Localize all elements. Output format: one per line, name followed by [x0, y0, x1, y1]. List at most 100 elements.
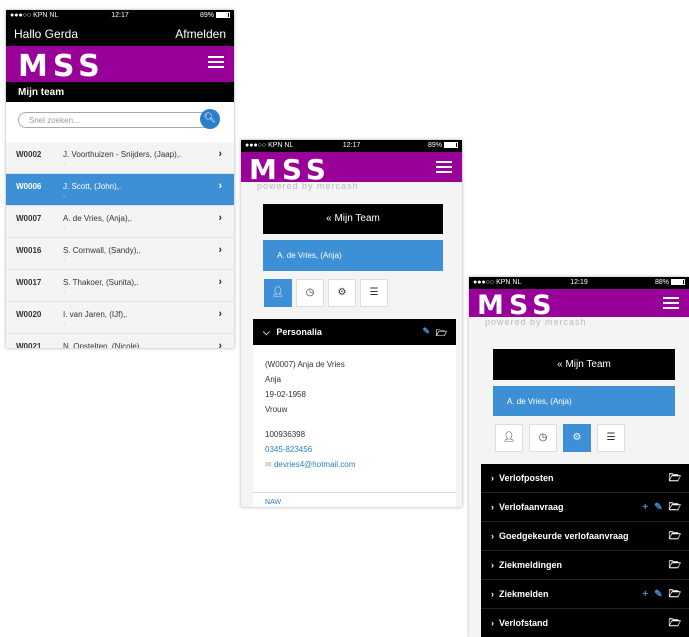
- settings-item-actions: + ✎ 🗁︎: [642, 587, 681, 604]
- employee-name: N. Opstelten, (Nicole),.: [63, 342, 144, 348]
- employee-subtext: -: [63, 258, 66, 265]
- mss-logo: MSS: [18, 49, 105, 84]
- settings-item-label: › Verlofposten: [491, 473, 554, 483]
- status-bar: ●●●○○ KPN NL 12:17 89%: [6, 10, 234, 22]
- selected-employee[interactable]: A. de Vries, (Anja): [493, 386, 675, 416]
- chevron-right-icon: ›: [218, 244, 222, 256]
- back-to-team-button[interactable]: « Mijn Team: [263, 204, 443, 234]
- tab-personal[interactable]: 👤︎: [264, 279, 292, 307]
- search-button[interactable]: 🔍︎: [200, 109, 220, 129]
- employee-row[interactable]: W0002 J. Voorthuizen - Snijders, (Jaap),.…: [6, 142, 234, 174]
- back-to-team-button[interactable]: « Mijn Team: [493, 349, 675, 380]
- settings-item-actions: 🗁︎: [669, 616, 681, 633]
- chevron-right-icon: ›: [218, 180, 222, 192]
- hamburger-menu-icon[interactable]: [208, 56, 224, 71]
- detail-tabs: 👤︎ ◷ ⚙︎ ☰: [264, 279, 394, 307]
- naw-section-link[interactable]: NAW: [265, 499, 281, 506]
- employee-settings-screen: ●●●○○ KPN NL 12:19 88% MSS powered by me…: [469, 277, 689, 637]
- employee-subtext: -: [63, 226, 66, 233]
- tab-list[interactable]: ☰: [360, 279, 388, 307]
- employee-firstname: Anja: [265, 375, 282, 384]
- edit-icon[interactable]: ✎: [654, 502, 662, 513]
- mail-icon: ✉: [265, 460, 272, 469]
- folder-icon[interactable]: 🗁︎: [669, 560, 681, 571]
- settings-item-actions: 🗁︎: [669, 529, 681, 546]
- settings-item[interactable]: › Verlofposten 🗁︎: [481, 464, 689, 493]
- tab-time[interactable]: ◷: [296, 279, 324, 307]
- employee-subtext: -: [63, 290, 66, 297]
- greeting-text: Hallo Gerda: [14, 27, 79, 41]
- employee-row[interactable]: W0021N. Opstelten, (Nicole),.-›: [6, 334, 234, 348]
- battery-percent: 89%: [199, 12, 214, 19]
- settings-item-text: Verlofaanvraag: [499, 502, 564, 512]
- tab-settings[interactable]: ⚙︎: [563, 424, 591, 452]
- folder-icon[interactable]: 🗁︎: [669, 531, 681, 542]
- chevron-right-icon: ›: [218, 308, 222, 320]
- settings-item-label: › Ziekmelden: [491, 589, 549, 599]
- search-icon: 🔍︎: [203, 113, 217, 124]
- brand-header: MSS: [469, 289, 689, 321]
- settings-item[interactable]: › Ziekmeldingen 🗁︎: [481, 551, 689, 580]
- employee-row[interactable]: W0007 A. de Vries, (Anja),. - ›: [6, 206, 234, 238]
- employee-id-number: 100936398: [265, 430, 306, 439]
- phone-link[interactable]: 0345-823456: [265, 445, 312, 454]
- settings-item[interactable]: › Verlofstand 🗁︎: [481, 609, 689, 637]
- tab-list[interactable]: ☰: [597, 424, 625, 452]
- detail-tabs: 👤︎ ◷ ⚙︎ ☰: [495, 424, 625, 452]
- add-icon[interactable]: +: [642, 589, 648, 600]
- email-link[interactable]: ✉ devries4@hotmail.com: [265, 460, 355, 469]
- battery-indicator: 89%: [428, 142, 458, 149]
- employee-name: S. Cornwall, (Sandy),.: [63, 246, 141, 255]
- tab-personal[interactable]: 👤︎: [495, 424, 523, 452]
- employee-code: W0016: [16, 246, 42, 255]
- list-icon: ☰: [606, 432, 616, 443]
- employee-row[interactable]: W0016 S. Cornwall, (Sandy),. - ›: [6, 238, 234, 270]
- employee-code: W0020: [16, 310, 42, 319]
- battery-indicator: 88%: [655, 279, 685, 286]
- settings-item-actions: + ✎ 🗁︎: [642, 500, 681, 517]
- employee-code: W0007: [16, 214, 42, 223]
- settings-item-label: › Verlofstand: [491, 618, 549, 628]
- settings-item[interactable]: › Goedgekeurde verlofaanvraag 🗁︎: [481, 522, 689, 551]
- folder-icon[interactable]: 🗁︎: [669, 618, 681, 629]
- personalia-header[interactable]: ⌵ Personalia ✎ 🗁︎: [253, 319, 456, 345]
- settings-item[interactable]: › Ziekmelden + ✎ 🗁︎: [481, 580, 689, 609]
- search-bar: Snel zoeken... 🔍︎: [6, 102, 234, 142]
- chevron-down-icon: ⌵: [263, 327, 270, 337]
- logout-link[interactable]: Afmelden: [175, 27, 226, 41]
- settings-item[interactable]: › Verlofaanvraag + ✎ 🗁︎: [481, 493, 689, 522]
- employee-row[interactable]: W0020 I. van Jaren, (IJf),. - ›: [6, 302, 234, 334]
- employee-subtext: -: [63, 162, 66, 169]
- hamburger-menu-icon[interactable]: [663, 297, 679, 312]
- personalia-panel: ⌵ Personalia ✎ 🗁︎ (W0007) Anja de Vries …: [253, 319, 456, 507]
- gear-icon: ⚙︎: [572, 432, 582, 443]
- employee-code: W0006: [16, 182, 42, 191]
- search-input[interactable]: Snel zoeken...: [18, 112, 218, 128]
- folder-icon[interactable]: 🗁︎: [669, 473, 681, 484]
- folder-icon[interactable]: 🗁︎: [669, 502, 681, 513]
- add-icon[interactable]: +: [642, 502, 648, 513]
- edit-icon[interactable]: ✎: [654, 589, 662, 600]
- settings-list: › Verlofposten 🗁︎ › Verlofaanvraag + ✎ 🗁︎ › Go…: [481, 464, 689, 637]
- employee-fullname: (W0007) Anja de Vries: [265, 360, 345, 369]
- employee-name: J. Voorthuizen - Snijders, (Jaap),.: [63, 150, 182, 159]
- settings-item-label: › Ziekmeldingen: [491, 560, 563, 570]
- folder-icon[interactable]: 🗁︎: [436, 326, 447, 342]
- status-bar: ●●●○○ KPN NL 12:17 89%: [241, 140, 462, 152]
- employee-code: W0002: [16, 150, 42, 159]
- employee-detail-screen: ●●●○○ KPN NL 12:17 89% MSS powered by me…: [241, 140, 462, 507]
- status-bar: ●●●○○ KPN NL 12:19 88%: [469, 277, 689, 289]
- employee-row[interactable]: W0006 J. Scott, (John),. - ›: [6, 174, 234, 206]
- battery-icon: [444, 142, 458, 149]
- tab-settings[interactable]: ⚙︎: [328, 279, 356, 307]
- clock-icon: ◷: [538, 432, 548, 443]
- folder-icon[interactable]: 🗁︎: [669, 589, 681, 600]
- gear-icon: ⚙︎: [337, 287, 347, 298]
- hamburger-menu-icon[interactable]: [436, 161, 452, 176]
- selected-employee[interactable]: A. de Vries, (Anja): [263, 240, 443, 271]
- tab-time[interactable]: ◷: [529, 424, 557, 452]
- employee-list: W0002 J. Voorthuizen - Snijders, (Jaap),.…: [6, 142, 234, 348]
- edit-icon[interactable]: ✎: [422, 326, 430, 337]
- section-title: Mijn team: [6, 82, 234, 102]
- employee-row[interactable]: W0017 S. Thakoer, (Sunita),. - ›: [6, 270, 234, 302]
